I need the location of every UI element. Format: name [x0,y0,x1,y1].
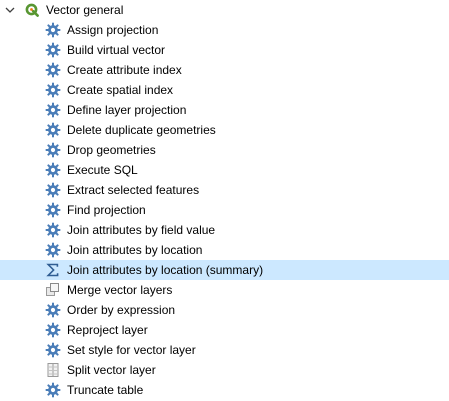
algorithm-label: Assign projection [67,23,159,37]
algorithm-item-reproject-layer[interactable]: Reproject layer [0,320,449,340]
split-layer-icon [45,362,61,378]
gear-icon [45,142,61,158]
algorithm-label: Split vector layer [67,363,156,377]
gear-icon [45,382,61,398]
gear-icon [45,122,61,138]
algorithm-item-order-by-expression[interactable]: Order by expression [0,300,449,320]
algorithm-label: Extract selected features [67,183,200,197]
gear-icon [45,342,61,358]
gear-icon [45,62,61,78]
algorithm-label: Truncate table [67,383,144,397]
algorithm-item-join-attributes-by-field-value[interactable]: Join attributes by field value [0,220,449,240]
gear-icon [45,322,61,338]
algorithm-item-join-attributes-by-location-summary[interactable]: Join attributes by location (summary) [0,260,449,280]
algorithm-label: Create spatial index [67,83,174,97]
algorithm-item-drop-geometries[interactable]: Drop geometries [0,140,449,160]
algorithm-label: Order by expression [67,303,176,317]
algorithm-list: Assign projection Build virtual vector Cre… [0,20,449,400]
algorithm-item-execute-sql[interactable]: Execute SQL [0,160,449,180]
gear-icon [45,102,61,118]
gear-icon [45,82,61,98]
qgis-icon [25,3,39,17]
algorithm-item-split-vector-layer[interactable]: Split vector layer [0,360,449,380]
algorithm-item-define-layer-projection[interactable]: Define layer projection [0,100,449,120]
algorithm-item-set-style-for-vector-layer[interactable]: Set style for vector layer [0,340,449,360]
algorithm-label: Join attributes by location [67,243,203,257]
algorithm-item-create-attribute-index[interactable]: Create attribute index [0,60,449,80]
algorithm-label: Drop geometries [67,143,156,157]
algorithm-item-truncate-table[interactable]: Truncate table [0,380,449,400]
algorithm-item-assign-projection[interactable]: Assign projection [0,20,449,40]
algorithm-item-extract-selected-features[interactable]: Extract selected features [0,180,449,200]
group-label: Vector general [46,3,124,17]
algorithm-label: Build virtual vector [67,43,166,57]
algorithm-label: Find projection [67,203,146,217]
algorithm-label: Delete duplicate geometries [67,123,216,137]
processing-toolbox-tree: Vector general Assign projection Build vi… [0,0,449,401]
algorithm-item-find-projection[interactable]: Find projection [0,200,449,220]
algorithm-label: Join attributes by location (summary) [67,263,264,277]
gear-icon [45,22,61,38]
algorithm-item-join-attributes-by-location[interactable]: Join attributes by location [0,240,449,260]
algorithm-label: Execute SQL [67,163,138,177]
algorithm-label: Merge vector layers [67,283,173,297]
algorithm-item-delete-duplicate-geometries[interactable]: Delete duplicate geometries [0,120,449,140]
sigma-icon [45,262,61,278]
algorithm-label: Reproject layer [67,323,148,337]
algorithm-label: Create attribute index [67,63,182,77]
group-row-vector-general[interactable]: Vector general [0,0,449,20]
algorithm-item-build-virtual-vector[interactable]: Build virtual vector [0,40,449,60]
chevron-down-icon[interactable] [5,5,15,15]
gear-icon [45,162,61,178]
algorithm-label: Set style for vector layer [67,343,196,357]
gear-icon [45,302,61,318]
gear-icon [45,42,61,58]
gear-icon [45,202,61,218]
gear-icon [45,242,61,258]
algorithm-label: Define layer projection [67,103,187,117]
gear-icon [45,222,61,238]
algorithm-label: Join attributes by field value [67,223,216,237]
merge-layers-icon [45,282,61,298]
algorithm-item-create-spatial-index[interactable]: Create spatial index [0,80,449,100]
algorithm-item-merge-vector-layers[interactable]: Merge vector layers [0,280,449,300]
gear-icon [45,182,61,198]
